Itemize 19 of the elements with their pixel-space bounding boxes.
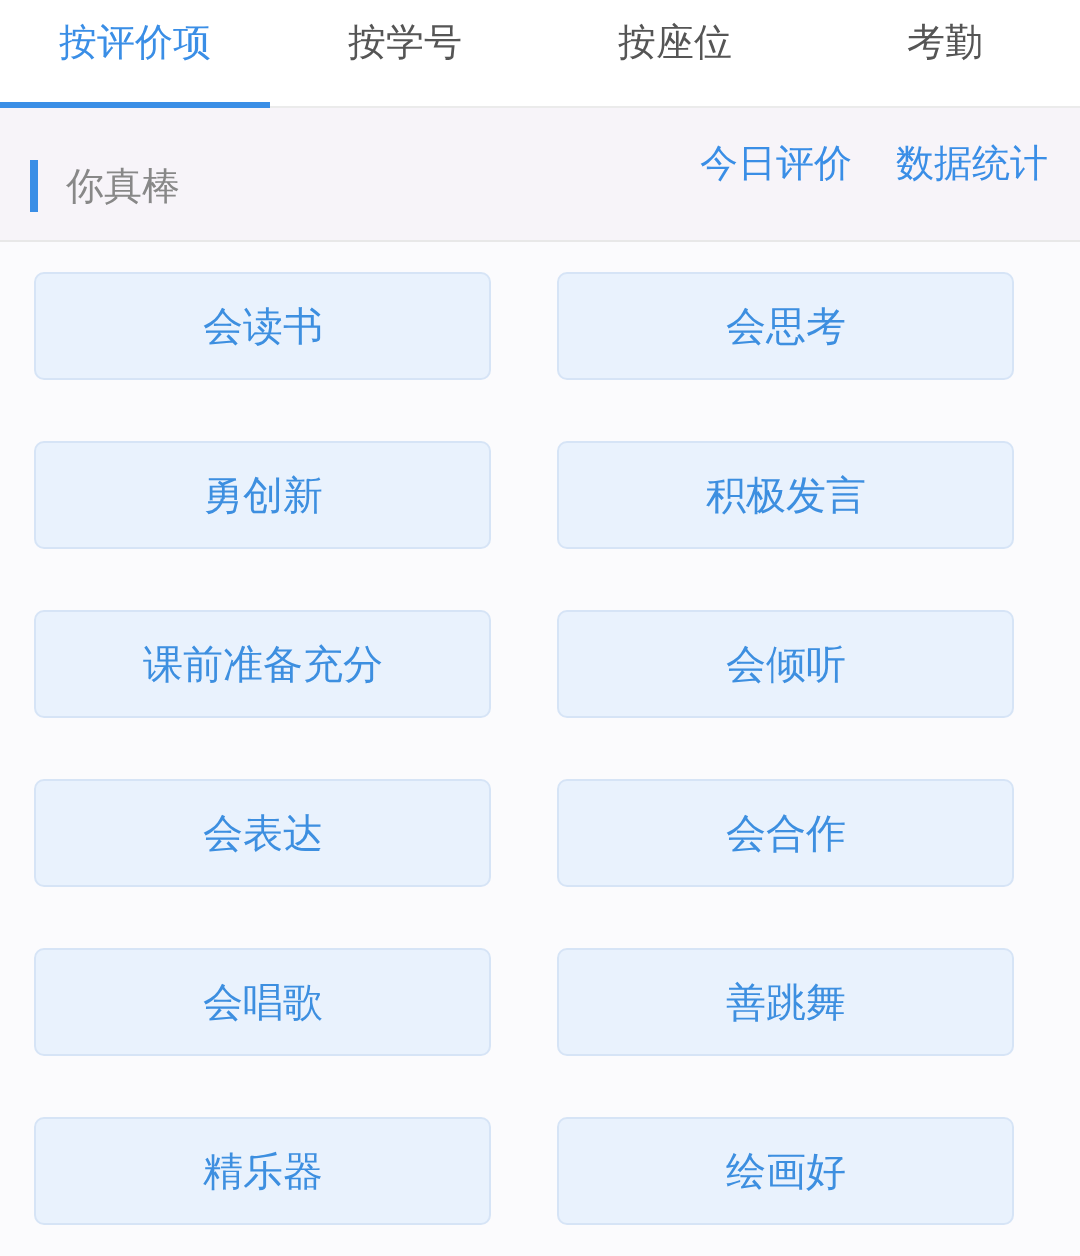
- tab[interactable]: 按学号: [270, 0, 540, 108]
- evaluation-button[interactable]: 精乐器: [34, 1117, 491, 1225]
- accent-bar: [30, 160, 38, 212]
- evaluation-button[interactable]: 会合作: [557, 779, 1014, 887]
- evaluation-button[interactable]: 会思考: [557, 272, 1014, 380]
- evaluation-button[interactable]: 会倾听: [557, 610, 1014, 718]
- evaluation-button[interactable]: 积极发言: [557, 441, 1014, 549]
- section-title: 你真棒: [66, 162, 180, 210]
- evaluation-button[interactable]: 绘画好: [557, 1117, 1014, 1225]
- evaluation-button[interactable]: 课前准备充分: [34, 610, 491, 718]
- evaluation-button[interactable]: 会唱歌: [34, 948, 491, 1056]
- evaluation-button[interactable]: 勇创新: [34, 441, 491, 549]
- evaluation-button[interactable]: 会表达: [34, 779, 491, 887]
- evaluation-button[interactable]: 会读书: [34, 272, 491, 380]
- header-link[interactable]: 今日评价: [700, 138, 852, 189]
- tab[interactable]: 考勤: [810, 0, 1080, 108]
- header-link[interactable]: 数据统计: [896, 138, 1048, 189]
- evaluation-button[interactable]: 善跳舞: [557, 948, 1014, 1056]
- tab[interactable]: 按座位: [540, 0, 810, 108]
